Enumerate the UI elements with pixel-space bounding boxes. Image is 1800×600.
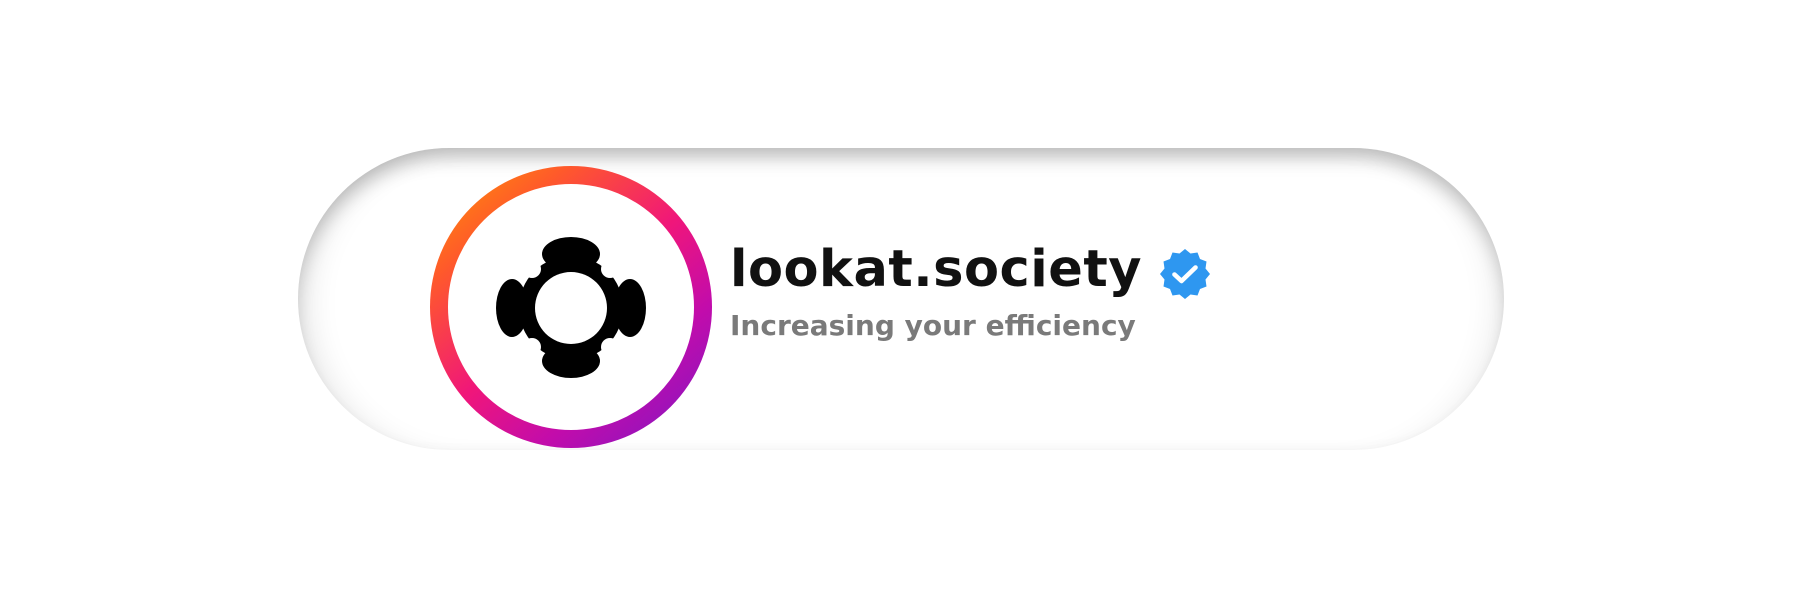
profile-text: lookat.society Increasing your efficienc… — [730, 238, 1212, 344]
profile-banner: lookat.society Increasing your efficienc… — [0, 0, 1800, 600]
username[interactable]: lookat.society — [730, 238, 1142, 302]
verified-badge-icon — [1159, 249, 1210, 299]
story-ring[interactable] — [430, 166, 712, 448]
avatar[interactable] — [448, 184, 694, 430]
name-row: lookat.society — [730, 238, 1212, 302]
lookat-society-logo-icon — [496, 237, 646, 378]
tagline: Increasing your efficiency — [730, 309, 1136, 342]
